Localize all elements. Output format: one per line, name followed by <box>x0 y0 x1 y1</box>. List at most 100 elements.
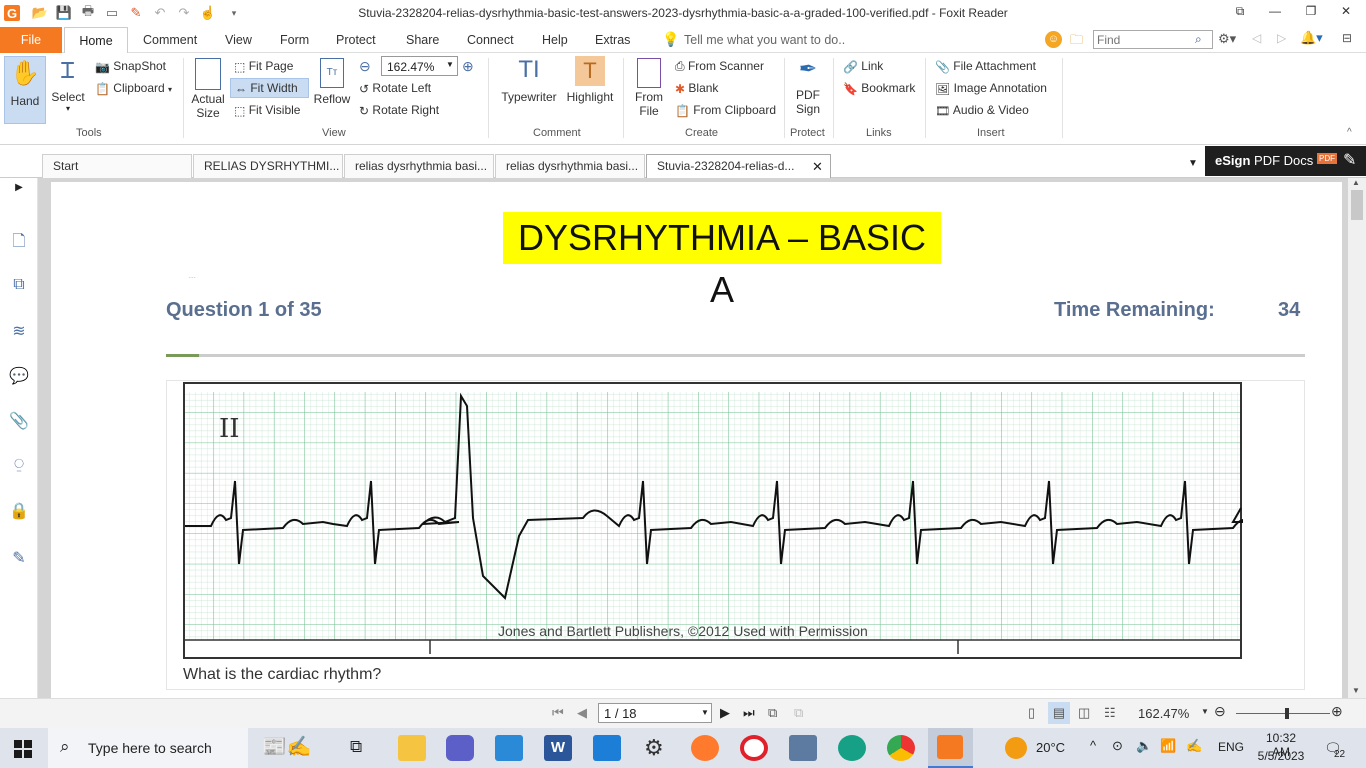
taskbar-search-box[interactable]: ⌕ Type here to search <box>48 728 248 768</box>
zoom-slider[interactable] <box>1236 713 1330 714</box>
language-indicator[interactable]: ENG <box>1218 740 1244 754</box>
continuous-page-icon[interactable]: ▤ <box>1048 702 1070 724</box>
tab-comment[interactable]: Comment <box>143 33 197 47</box>
select-tool-button[interactable]: Ꮖ Select ▾ <box>48 56 88 124</box>
word-icon[interactable]: W <box>544 735 572 761</box>
actual-size-button[interactable]: Actual Size <box>189 56 227 126</box>
collapse-ribbon-icon[interactable]: ^ <box>1347 127 1352 138</box>
rotate-left-button[interactable]: ↺ Rotate Left <box>359 81 431 96</box>
zoom-in-icon[interactable]: ⊕ <box>462 58 474 75</box>
fit-page-button[interactable]: ⬚ Fit Page <box>234 59 293 74</box>
from-clipboard-button[interactable]: 📋 From Clipboard <box>675 103 776 118</box>
last-page-icon[interactable]: ⏭ <box>743 705 755 721</box>
continuous-facing-icon[interactable]: ☷ <box>1104 705 1116 721</box>
scroll-up-icon[interactable]: ▲ <box>1352 178 1360 187</box>
show-hidden-icons-icon[interactable]: ^ <box>1090 738 1096 753</box>
zoom-out-icon[interactable]: ⊖ <box>359 58 371 75</box>
fit-width-button[interactable]: ⇔ Fit Width <box>230 78 309 98</box>
wifi-icon[interactable]: 📶 <box>1160 738 1176 754</box>
hand-tool-button[interactable]: ✋ Hand <box>4 56 46 124</box>
image-annotation-button[interactable]: 🖼 Image Annotation <box>935 81 1047 96</box>
tab-home[interactable]: Home <box>64 27 128 54</box>
clock-date[interactable]: 5/5/2023 <box>1256 749 1306 763</box>
smile-icon[interactable]: ☺ <box>1045 31 1062 48</box>
close-button[interactable]: ✕ <box>1336 4 1356 22</box>
tab-document-2[interactable]: relias dysrhythmia basi... <box>344 154 494 178</box>
tell-me-input[interactable]: Tell me what you want to do.. <box>684 33 845 47</box>
weather-temperature[interactable]: 20°C <box>1036 740 1065 755</box>
gear-icon[interactable]: ⚙▾ <box>1218 31 1236 47</box>
previous-page-icon[interactable]: ◀ <box>577 705 587 721</box>
bookmark-button[interactable]: 🔖 Bookmark <box>843 81 915 96</box>
chevron-down-icon[interactable]: ▼ <box>1201 707 1209 716</box>
file-attachment-button[interactable]: 📎 File Attachment <box>935 59 1036 74</box>
insert-page-icon[interactable]: ⧉ <box>794 705 803 721</box>
task-view-icon[interactable]: ⧉ <box>350 737 362 757</box>
tab-share[interactable]: Share <box>406 33 439 47</box>
pdf-sign-button[interactable]: ✒ PDF Sign <box>788 56 828 126</box>
vertical-scrollbar[interactable]: ▲ ▼ <box>1348 178 1366 698</box>
tab-document-active[interactable]: Stuvia-2328204-relias-d... <box>646 154 831 179</box>
signatures-panel-icon[interactable]: ⍜ <box>8 456 30 478</box>
highlight-button[interactable]: T Highlight <box>564 56 616 116</box>
esign-banner[interactable]: eSign PDF Docs PDF ✎ <box>1205 146 1366 176</box>
tab-form[interactable]: Form <box>280 33 309 47</box>
bookmark-panel-icon[interactable]: 🗋 <box>8 230 30 252</box>
store-icon[interactable] <box>495 735 523 761</box>
expand-panel-icon[interactable]: ▶ <box>8 182 30 204</box>
tab-list-dropdown-icon[interactable]: ▼ <box>1188 158 1198 169</box>
fit-visible-button[interactable]: ⬚ Fit Visible <box>234 103 300 118</box>
next-view-icon[interactable]: ▷ <box>1277 31 1286 45</box>
maximize-button[interactable]: ❐ <box>1301 4 1321 22</box>
minimize-button[interactable]: — <box>1265 4 1285 22</box>
tab-extras[interactable]: Extras <box>595 33 630 47</box>
zoom-select[interactable]: 162.47% ▼ <box>381 56 458 76</box>
zoom-out-icon[interactable]: ⊖ <box>1214 703 1226 720</box>
news-widget-icon[interactable]: 📰✍ <box>262 734 332 762</box>
scroll-down-icon[interactable]: ▼ <box>1352 686 1360 695</box>
tab-document-3[interactable]: relias dysrhythmia basi... <box>495 154 645 178</box>
facing-page-icon[interactable]: ◫ <box>1078 705 1090 721</box>
tab-start[interactable]: Start <box>42 154 192 178</box>
reflow-button[interactable]: Tт Reflow <box>312 56 352 116</box>
pen-workspace-icon[interactable]: ✍ <box>1186 738 1202 754</box>
security-lock-icon[interactable]: 🔒 <box>8 501 30 523</box>
opera-icon[interactable] <box>740 735 768 761</box>
scroll-thumb[interactable] <box>1351 190 1363 220</box>
network-icon[interactable]: ⊙ <box>1112 738 1123 754</box>
ribbon-toggle-icon[interactable]: ⊟ <box>1342 31 1352 45</box>
find-field[interactable]: ⌕ <box>1093 30 1213 49</box>
firefox-icon[interactable] <box>691 735 719 761</box>
snapshot-button[interactable]: 📷 SnapShot <box>95 59 166 74</box>
tab-view[interactable]: View <box>225 33 252 47</box>
chrome-icon[interactable] <box>887 735 915 761</box>
extract-page-icon[interactable]: ⧉ <box>768 705 777 721</box>
rotate-right-button[interactable]: ↻ Rotate Right <box>359 103 439 118</box>
teams-icon[interactable] <box>446 735 474 761</box>
attachments-panel-icon[interactable]: 📎 <box>8 411 30 433</box>
pen-person-icon[interactable]: ✎ <box>8 548 30 570</box>
tab-help[interactable]: Help <box>542 33 568 47</box>
close-tab-icon[interactable]: ✕ <box>812 159 823 175</box>
windows-start-icon[interactable] <box>14 740 32 758</box>
folder-search-icon[interactable]: 🗀 <box>1070 31 1083 53</box>
tab-protect[interactable]: Protect <box>336 33 376 47</box>
from-file-button[interactable]: From File <box>629 56 669 126</box>
find-input[interactable] <box>1094 31 1190 48</box>
clipboard-button[interactable]: 📋 Clipboard ▾ <box>95 81 172 96</box>
remote-desktop-icon[interactable] <box>789 735 817 761</box>
status-zoom-value[interactable]: 162.47% <box>1138 706 1189 721</box>
layers-panel-icon[interactable]: ≋ <box>8 321 30 343</box>
mail-icon[interactable] <box>593 735 621 761</box>
zoom-in-icon[interactable]: ⊕ <box>1331 703 1343 720</box>
pages-panel-icon[interactable]: ⧉ <box>8 276 30 298</box>
link-button[interactable]: 🔗 Link <box>843 59 883 74</box>
settings-gear-icon[interactable]: ⚙ <box>644 735 664 761</box>
page-number-input[interactable]: 1 / 18 ▼ <box>598 703 712 723</box>
volume-icon[interactable]: 🔈 <box>1136 738 1152 754</box>
tab-document-1[interactable]: RELIAS DYSRHYTHMI... <box>193 154 343 178</box>
ribbon-display-icon[interactable]: ⧉ <box>1230 4 1250 22</box>
next-page-icon[interactable]: ▶ <box>720 705 730 721</box>
zoom-slider-thumb[interactable] <box>1285 708 1289 719</box>
file-explorer-icon[interactable] <box>398 735 426 761</box>
